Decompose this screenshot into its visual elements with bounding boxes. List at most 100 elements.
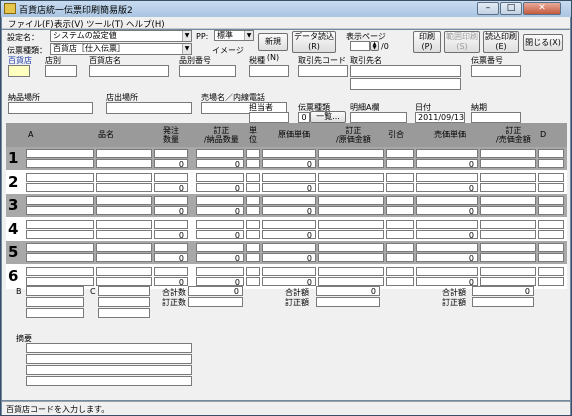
- cell-discount[interactable]: [386, 149, 414, 158]
- maximize-button[interactable]: □: [500, 2, 522, 15]
- cell-corrected-cost[interactable]: [318, 149, 384, 158]
- cell-corrected-sale[interactable]: [480, 266, 536, 276]
- voucher-type-select[interactable]: 百貨店［仕入伝票］ ▼: [50, 43, 192, 55]
- supplier-name-input-1[interactable]: [350, 65, 461, 77]
- cell-item-name[interactable]: [96, 276, 152, 286]
- cell-item-name[interactable]: [96, 229, 152, 239]
- cell-cost-price[interactable]: [262, 172, 316, 182]
- cell-unit[interactable]: [246, 229, 260, 239]
- cell-order-qty[interactable]: 0: [154, 182, 188, 193]
- cell-order-qty[interactable]: [154, 149, 188, 158]
- cell-corrected-qty[interactable]: 0: [196, 206, 244, 216]
- cell-d[interactable]: [538, 229, 564, 239]
- cell-d[interactable]: [538, 172, 564, 182]
- cell-cost-price[interactable]: [262, 219, 316, 229]
- cell-corrected-sale[interactable]: [480, 219, 536, 229]
- store-exit-location-input[interactable]: [106, 102, 192, 114]
- cell-cost-price[interactable]: 0: [262, 276, 316, 287]
- cell-a[interactable]: [26, 266, 94, 276]
- cell-order-qty[interactable]: 0: [154, 229, 188, 240]
- cell-corrected-qty[interactable]: 0: [196, 159, 244, 169]
- cell-d[interactable]: [538, 182, 564, 192]
- menu-view[interactable]: 表示(V): [54, 18, 83, 30]
- cell-corrected-sale[interactable]: [480, 196, 536, 205]
- cell-unit[interactable]: [246, 219, 260, 229]
- pp-select[interactable]: 標準 ▼: [214, 30, 254, 41]
- cell-corrected-sale[interactable]: [480, 172, 536, 182]
- list-button[interactable]: 一覧...: [310, 111, 346, 123]
- page-input[interactable]: [350, 41, 370, 51]
- cell-d[interactable]: [538, 206, 564, 215]
- page-spinner[interactable]: ▲ ▼: [370, 41, 379, 51]
- cell-cost-price[interactable]: 0: [262, 229, 316, 240]
- cell-item-name[interactable]: [96, 149, 152, 158]
- cell-order-qty[interactable]: 0: [154, 276, 188, 287]
- cell-corrected-cost[interactable]: [318, 266, 384, 276]
- cell-corrected-cost[interactable]: [318, 243, 384, 252]
- c-input-1[interactable]: [98, 286, 150, 296]
- cell-sale-price[interactable]: 0: [416, 182, 478, 193]
- remarks-input-2[interactable]: [26, 354, 192, 364]
- minimize-button[interactable]: –: [477, 2, 499, 15]
- cell-sale-price[interactable]: [416, 196, 478, 205]
- menu-help[interactable]: ヘルプ(H): [126, 18, 165, 30]
- cell-a[interactable]: [26, 253, 94, 262]
- b-input-1[interactable]: [26, 286, 84, 296]
- cell-corrected-qty[interactable]: 0: [196, 229, 244, 240]
- cell-corrected-cost[interactable]: [318, 196, 384, 205]
- cell-corrected-qty[interactable]: 0: [196, 182, 244, 193]
- cell-corrected-cost[interactable]: [318, 182, 384, 192]
- remarks-input-1[interactable]: [26, 343, 192, 353]
- cell-unit[interactable]: [246, 149, 260, 158]
- cell-cost-price[interactable]: 0: [262, 159, 316, 169]
- cell-discount[interactable]: [386, 243, 414, 252]
- cell-sale-price[interactable]: [416, 243, 478, 252]
- cell-corrected-sale[interactable]: [480, 253, 536, 262]
- cell-order-qty[interactable]: [154, 266, 188, 276]
- cell-corrected-qty[interactable]: [196, 243, 244, 252]
- remarks-input-4[interactable]: [26, 376, 192, 386]
- cell-a[interactable]: [26, 229, 94, 239]
- cell-item-name[interactable]: [96, 206, 152, 215]
- cell-sale-price[interactable]: 0: [416, 276, 478, 287]
- cell-d[interactable]: [538, 149, 564, 158]
- cell-corrected-qty[interactable]: 0: [196, 253, 244, 263]
- cell-corrected-sale[interactable]: [480, 276, 536, 286]
- cell-unit[interactable]: [246, 243, 260, 252]
- cell-a[interactable]: [26, 182, 94, 192]
- cell-unit[interactable]: [246, 206, 260, 215]
- cell-cost-price[interactable]: [262, 196, 316, 205]
- cell-unit[interactable]: [246, 196, 260, 205]
- batch-print-button[interactable]: 読込印刷 (E): [483, 31, 519, 53]
- cell-unit[interactable]: [246, 182, 260, 192]
- menu-tools[interactable]: ツール(T): [86, 18, 123, 30]
- cell-unit[interactable]: [246, 253, 260, 262]
- cell-discount[interactable]: [386, 276, 414, 286]
- cell-unit[interactable]: [246, 276, 260, 286]
- cell-discount[interactable]: [386, 196, 414, 205]
- cell-a[interactable]: [26, 172, 94, 182]
- cell-corrected-sale[interactable]: [480, 229, 536, 239]
- cell-a[interactable]: [26, 159, 94, 168]
- cell-order-qty[interactable]: 0: [154, 253, 188, 263]
- cell-item-name[interactable]: [96, 196, 152, 205]
- cell-discount[interactable]: [386, 253, 414, 262]
- cell-cost-price[interactable]: [262, 243, 316, 252]
- cell-discount[interactable]: [386, 206, 414, 215]
- cell-item-name[interactable]: [96, 266, 152, 276]
- cell-corrected-cost[interactable]: [318, 206, 384, 215]
- cell-corrected-qty[interactable]: [196, 196, 244, 205]
- cell-item-name[interactable]: [96, 243, 152, 252]
- person-in-charge-input[interactable]: [249, 112, 289, 123]
- menu-file[interactable]: ファイル(F): [8, 18, 54, 30]
- cell-order-qty[interactable]: [154, 172, 188, 182]
- cell-corrected-cost[interactable]: [318, 276, 384, 286]
- voucher-kind-input[interactable]: 0: [298, 112, 310, 123]
- cell-sale-price[interactable]: 0: [416, 229, 478, 240]
- close-window-button[interactable]: ✕: [523, 2, 561, 15]
- cell-corrected-qty[interactable]: [196, 219, 244, 229]
- cell-order-qty[interactable]: [154, 219, 188, 229]
- b-input-3[interactable]: [26, 308, 84, 318]
- print-button[interactable]: 印刷 (P): [413, 31, 441, 53]
- cell-item-name[interactable]: [96, 159, 152, 168]
